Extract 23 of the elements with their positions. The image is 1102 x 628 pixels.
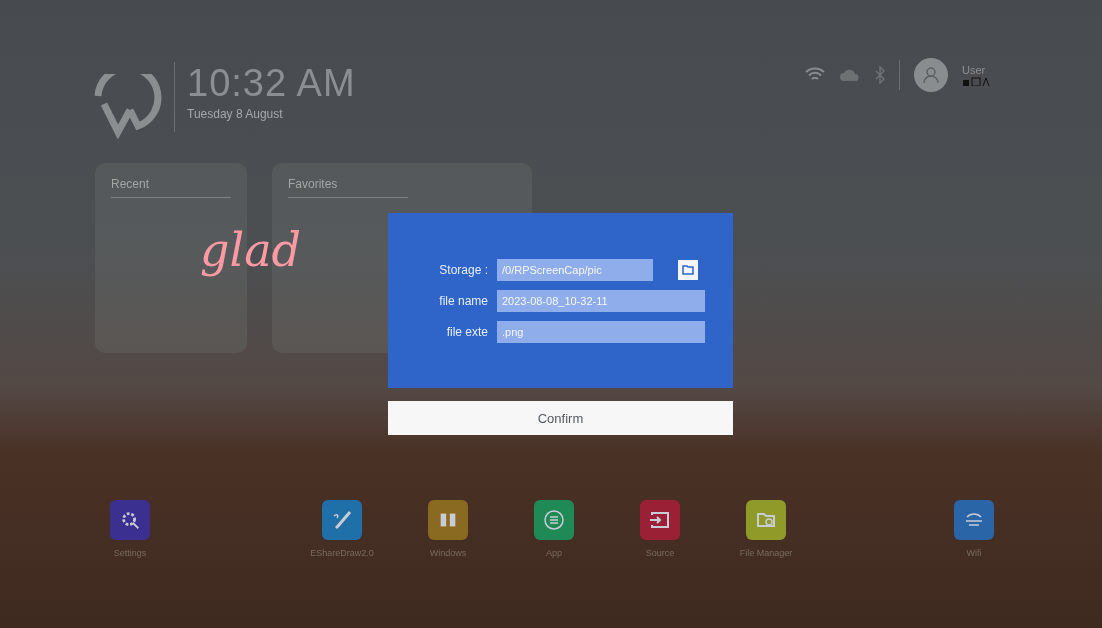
panel-title: Favorites <box>288 177 408 198</box>
user-name: User <box>962 64 987 76</box>
gear-icon <box>119 509 141 531</box>
confirm-button[interactable]: Confirm <box>388 401 733 435</box>
field-label: file exte <box>445 324 488 339</box>
dock-app[interactable]: Wifi <box>921 500 1027 558</box>
cloud-icon <box>839 68 861 82</box>
user-avatar[interactable] <box>914 58 948 92</box>
input-field[interactable]: .png <box>497 320 705 343</box>
clock-time: 10:32 AM <box>187 62 356 105</box>
field-label: Storage : <box>438 262 488 277</box>
handwriting: glad <box>200 223 302 277</box>
input-field[interactable]: /0/RPScreenCap/pic <box>497 258 653 281</box>
panel-title: Recent <box>111 177 231 198</box>
dock-app[interactable]: Windows <box>395 500 501 558</box>
bluetooth-icon <box>875 66 885 84</box>
folder-button[interactable] <box>678 259 698 280</box>
folder-icon <box>682 264 694 275</box>
clock-date: Tuesday 8 August <box>187 107 284 121</box>
input-field[interactable]: 2023-08-08_10-32-11 <box>497 289 705 312</box>
dock-app[interactable]: EShareDraw2.0 <box>289 500 395 558</box>
field-label: file name <box>438 293 488 308</box>
app-icon <box>542 508 566 532</box>
